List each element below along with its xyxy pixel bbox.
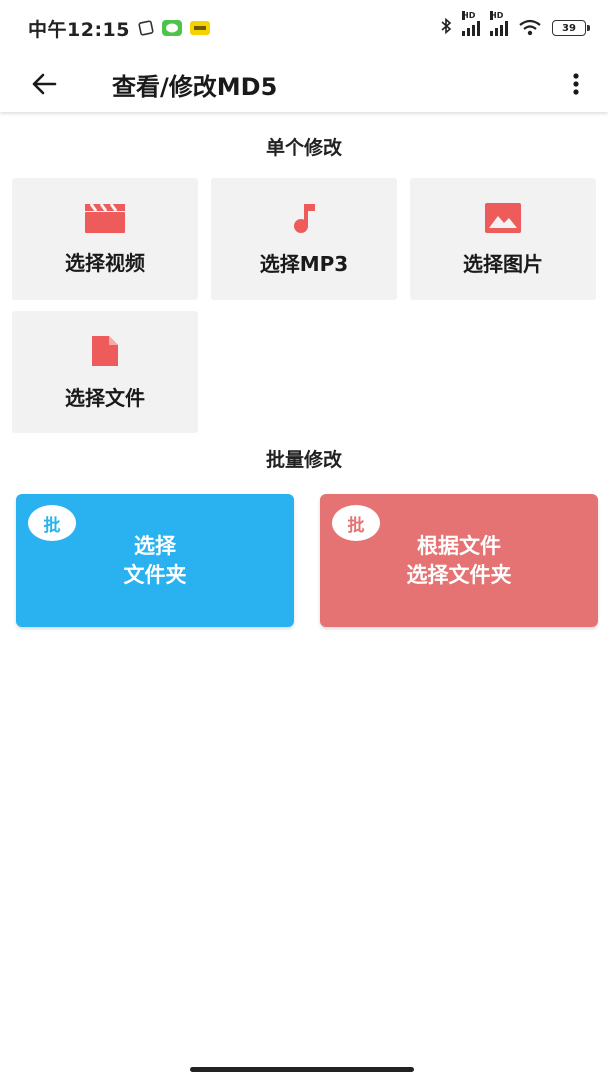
signal-1-icon: HD: [462, 11, 480, 36]
wifi-icon: [518, 19, 542, 37]
page-title: 查看/修改MD5: [112, 72, 278, 101]
select-video-tile[interactable]: 选择视频: [12, 178, 198, 300]
select-mp3-tile[interactable]: 选择MP3: [211, 178, 397, 300]
select-image-label: 选择图片: [463, 251, 543, 276]
select-folder-by-file-label: 根据文件 选择文件夹: [407, 532, 512, 590]
signal-2-hd-label: HD: [490, 11, 504, 20]
music-note-icon: [294, 203, 315, 233]
select-folder-line1: 选择: [134, 533, 176, 558]
status-time: 中午12:15: [28, 18, 130, 41]
signal-2-icon: HD: [490, 11, 508, 36]
select-video-label: 选择视频: [65, 250, 145, 275]
video-clapper-icon: [85, 202, 125, 233]
select-folder-by-file-line2: 选择文件夹: [406, 562, 512, 587]
back-button[interactable]: [0, 56, 88, 112]
batch-badge: 批: [332, 505, 380, 541]
notification-app-icon: [138, 20, 154, 36]
select-file-label: 选择文件: [65, 385, 145, 410]
select-folder-line2: 文件夹: [123, 562, 187, 587]
home-indicator[interactable]: [190, 1067, 414, 1072]
status-right: HD HD 39: [440, 11, 590, 39]
app-bar: 查看/修改MD5: [0, 56, 608, 112]
battery-icon: 39: [552, 20, 590, 36]
batch-section-title: 批量修改: [265, 449, 342, 471]
image-icon: [485, 202, 521, 233]
select-folder-label: 选择 文件夹: [124, 532, 187, 590]
select-folder-by-file-button[interactable]: 批 根据文件 选择文件夹: [320, 494, 598, 627]
batch-badge: 批: [28, 505, 76, 541]
select-mp3-label: 选择MP3: [259, 251, 349, 276]
arrow-left-icon: [32, 73, 57, 95]
status-bar: 中午12:15 HD HD 39: [0, 0, 608, 56]
single-section-title: 单个修改: [265, 137, 342, 159]
status-left: 中午12:15: [28, 15, 210, 42]
select-folder-button[interactable]: 批 选择 文件夹: [16, 494, 294, 627]
more-vertical-icon: [573, 73, 579, 95]
signal-1-hd-label: HD: [462, 11, 476, 20]
wechat-icon: [161, 20, 182, 36]
file-icon: [92, 335, 118, 366]
select-image-tile[interactable]: 选择图片: [410, 178, 596, 300]
select-file-tile[interactable]: 选择文件: [12, 311, 198, 433]
notification-badge-icon: [189, 20, 210, 36]
bluetooth-icon: [440, 17, 452, 39]
overflow-menu-button[interactable]: [544, 56, 608, 112]
select-folder-by-file-line1: 根据文件: [417, 533, 501, 558]
